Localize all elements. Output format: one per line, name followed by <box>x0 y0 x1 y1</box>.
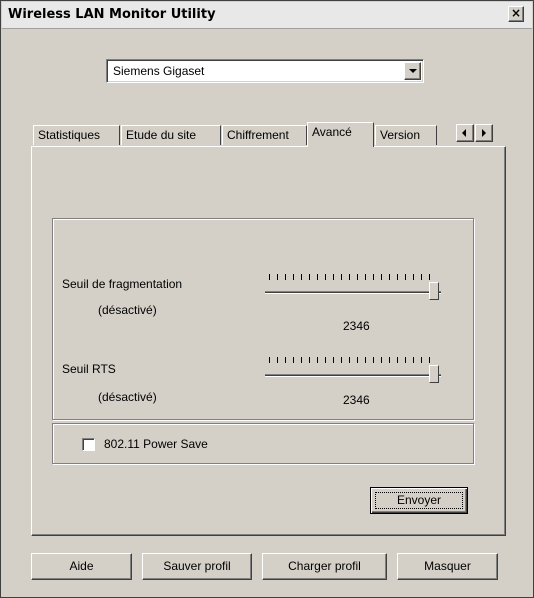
rts-status: (désactivé) <box>98 390 157 404</box>
slider-thumb[interactable] <box>429 282 439 300</box>
save-profile-button[interactable]: Sauver profil <box>142 553 252 580</box>
title-bar[interactable]: Wireless LAN Monitor Utility × <box>2 2 532 29</box>
rts-slider[interactable] <box>265 357 447 387</box>
tab-version[interactable]: Version <box>375 125 437 145</box>
send-button-label: Envoyer <box>396 493 442 507</box>
main-window: Wireless LAN Monitor Utility × Siemens G… <box>0 0 534 598</box>
fragmentation-value: 2346 <box>343 319 370 333</box>
tab-statistiques[interactable]: Statistiques <box>33 125 120 145</box>
hide-button-label: Masquer <box>424 559 471 573</box>
help-button[interactable]: Aide <box>31 553 132 580</box>
slider-thumb[interactable] <box>429 365 439 383</box>
rts-value: 2346 <box>343 393 370 407</box>
help-button-label: Aide <box>69 559 94 573</box>
arrow-right-icon <box>482 129 486 137</box>
tab-avance[interactable]: Avancé <box>307 122 374 147</box>
fragmentation-label: Seuil de fragmentation <box>62 277 183 291</box>
tab-scroll-right-button[interactable] <box>475 124 493 142</box>
tab-panel-avance: Seuil de fragmentation (désactivé) 2346 … <box>31 146 506 536</box>
tab-label: Version <box>380 128 421 142</box>
window-title: Wireless LAN Monitor Utility <box>8 7 216 22</box>
tab-label: Etude du site <box>126 128 197 142</box>
fragmentation-slider[interactable] <box>265 274 447 304</box>
tab-chiffrement[interactable]: Chiffrement <box>222 125 307 145</box>
hide-button[interactable]: Masquer <box>397 553 498 580</box>
dropdown-arrow-icon[interactable] <box>404 62 421 80</box>
load-profile-button[interactable]: Charger profil <box>262 553 387 580</box>
save-profile-label: Sauver profil <box>163 559 231 573</box>
device-select[interactable]: Siemens Gigaset <box>106 59 424 83</box>
close-button[interactable]: × <box>508 6 524 22</box>
power-save-group: 802.11 Power Save <box>52 423 474 464</box>
close-icon: × <box>510 6 522 20</box>
threshold-group: Seuil de fragmentation (désactivé) 2346 … <box>52 218 474 420</box>
power-save-label[interactable]: 802.11 Power Save <box>104 437 208 451</box>
arrow-left-icon <box>462 129 466 137</box>
rts-label: Seuil RTS <box>62 362 116 376</box>
slider-ticks <box>269 357 437 363</box>
tab-scroll-left-button[interactable] <box>456 124 474 142</box>
send-button[interactable]: Envoyer <box>370 487 468 514</box>
tab-etude-du-site[interactable]: Etude du site <box>121 125 221 145</box>
fragmentation-status: (désactivé) <box>98 303 157 317</box>
slider-ticks <box>269 274 437 280</box>
power-save-checkbox[interactable] <box>82 438 95 451</box>
slider-track <box>265 374 441 377</box>
load-profile-label: Charger profil <box>288 559 361 573</box>
slider-track <box>265 291 441 294</box>
tab-label: Statistiques <box>38 128 101 142</box>
tab-label: Avancé <box>312 125 352 139</box>
tab-label: Chiffrement <box>227 128 289 142</box>
device-select-value: Siemens Gigaset <box>113 64 205 78</box>
